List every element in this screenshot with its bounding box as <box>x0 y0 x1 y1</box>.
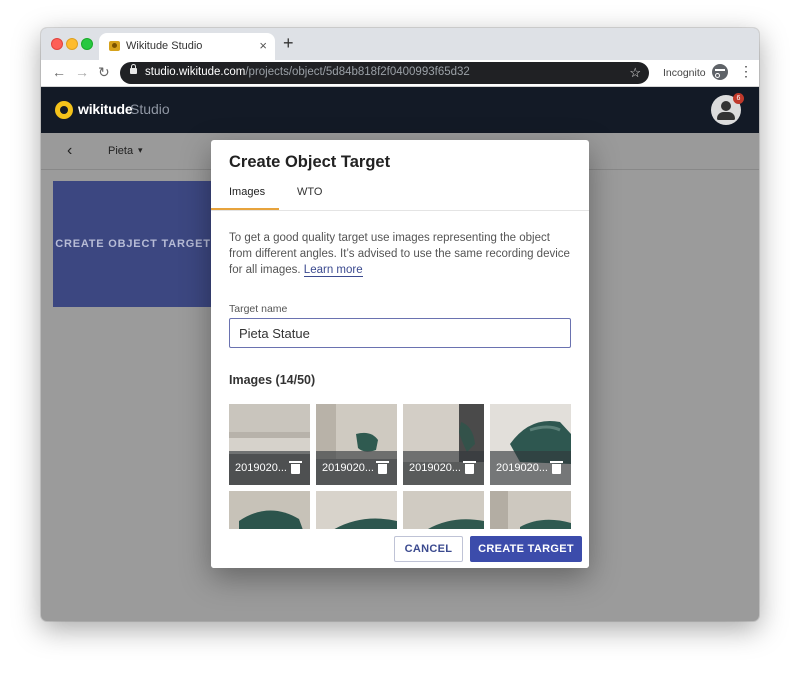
thumbnail-image <box>229 491 310 529</box>
image-thumbnail[interactable] <box>403 491 484 529</box>
trash-icon[interactable] <box>550 461 563 474</box>
create-object-target-card[interactable]: CREATE OBJECT TARGET <box>53 181 213 307</box>
close-window-button[interactable] <box>51 38 63 50</box>
thumbnail-caption: 2019020... <box>229 451 310 485</box>
thumbnail-image <box>316 491 397 529</box>
image-thumbnail[interactable] <box>490 491 571 529</box>
browser-toolbar: ← → ↻ studio.wikitude.com/projects/objec… <box>41 60 759 87</box>
thumbnail-caption: 2019020... <box>403 451 484 485</box>
thumbnail-caption: 2019020... <box>316 451 397 485</box>
forward-arrow-icon[interactable]: → <box>75 64 89 80</box>
tab-title: Wikitude Studio <box>126 40 203 52</box>
incognito-label: Incognito <box>663 67 706 79</box>
target-name-label: Target name <box>229 303 288 315</box>
maximize-window-button[interactable] <box>81 38 93 50</box>
browser-menu-icon[interactable]: ⋮ <box>739 63 753 80</box>
thumbnail-image <box>403 491 484 529</box>
back-arrow-icon[interactable]: ← <box>52 64 66 80</box>
tab-wto[interactable]: WTO <box>297 186 322 198</box>
address-bar[interactable]: studio.wikitude.com/projects/object/5d84… <box>120 62 649 84</box>
image-thumbnail[interactable] <box>229 491 310 529</box>
target-name-input[interactable] <box>229 318 571 348</box>
trash-icon[interactable] <box>289 461 302 474</box>
trash-icon[interactable] <box>463 461 476 474</box>
dialog-title: Create Object Target <box>229 153 391 171</box>
app-header: wikitude Studio 6 <box>41 87 759 133</box>
image-thumbnail[interactable]: 2019020... <box>490 404 571 485</box>
caret-down-icon[interactable]: ▾ <box>138 145 143 156</box>
dialog-description: To get a good quality target use images … <box>229 232 570 277</box>
lock-icon <box>130 64 137 74</box>
create-target-button[interactable]: CREATE TARGET <box>470 536 582 562</box>
image-thumbnail[interactable] <box>316 491 397 529</box>
image-thumbnail[interactable]: 2019020... <box>403 404 484 485</box>
new-tab-button[interactable]: + <box>283 33 294 54</box>
favicon-icon <box>109 41 120 51</box>
minimize-window-button[interactable] <box>66 38 78 50</box>
project-selector[interactable]: Pieta <box>108 145 133 157</box>
learn-more-link[interactable]: Learn more <box>303 264 363 277</box>
card-label: CREATE OBJECT TARGET <box>55 238 211 250</box>
tab-images[interactable]: Images <box>229 186 265 198</box>
logo-text: wikitude <box>78 101 133 117</box>
url-text: studio.wikitude.com/projects/object/5d84… <box>145 66 470 78</box>
bookmark-star-icon[interactable]: ☆ <box>629 65 641 81</box>
logo-subtitle: Studio <box>130 101 170 117</box>
cancel-button[interactable]: CANCEL <box>394 536 463 562</box>
tab-close-icon[interactable]: × <box>259 38 267 53</box>
incognito-icon[interactable] <box>712 64 728 80</box>
image-grid: 2019020... 2019020... 2019020... 2019020… <box>229 404 573 529</box>
active-tab-indicator <box>211 208 279 210</box>
wikitude-logo-icon <box>55 101 73 119</box>
browser-tab[interactable]: Wikitude Studio × <box>99 33 275 60</box>
image-thumbnail[interactable]: 2019020... <box>229 404 310 485</box>
create-object-target-dialog: Create Object Target Images WTO To get a… <box>211 140 589 568</box>
reload-icon[interactable]: ↻ <box>98 64 110 81</box>
image-thumbnail[interactable]: 2019020... <box>316 404 397 485</box>
thumbnail-image <box>490 491 571 529</box>
images-title: Images (14/50) <box>229 373 316 387</box>
trash-icon[interactable] <box>376 461 389 474</box>
dialog-tabs: Images WTO <box>211 183 589 211</box>
tab-strip: Wikitude Studio × + <box>41 28 759 60</box>
back-chevron-icon[interactable]: ‹ <box>67 142 72 160</box>
thumbnail-caption: 2019020... <box>490 451 571 485</box>
notification-badge: 6 <box>733 93 744 104</box>
dialog-actions: CANCEL CREATE TARGET <box>211 530 589 568</box>
browser-window: Wikitude Studio × + ← → ↻ studio.wikitud… <box>41 28 759 621</box>
